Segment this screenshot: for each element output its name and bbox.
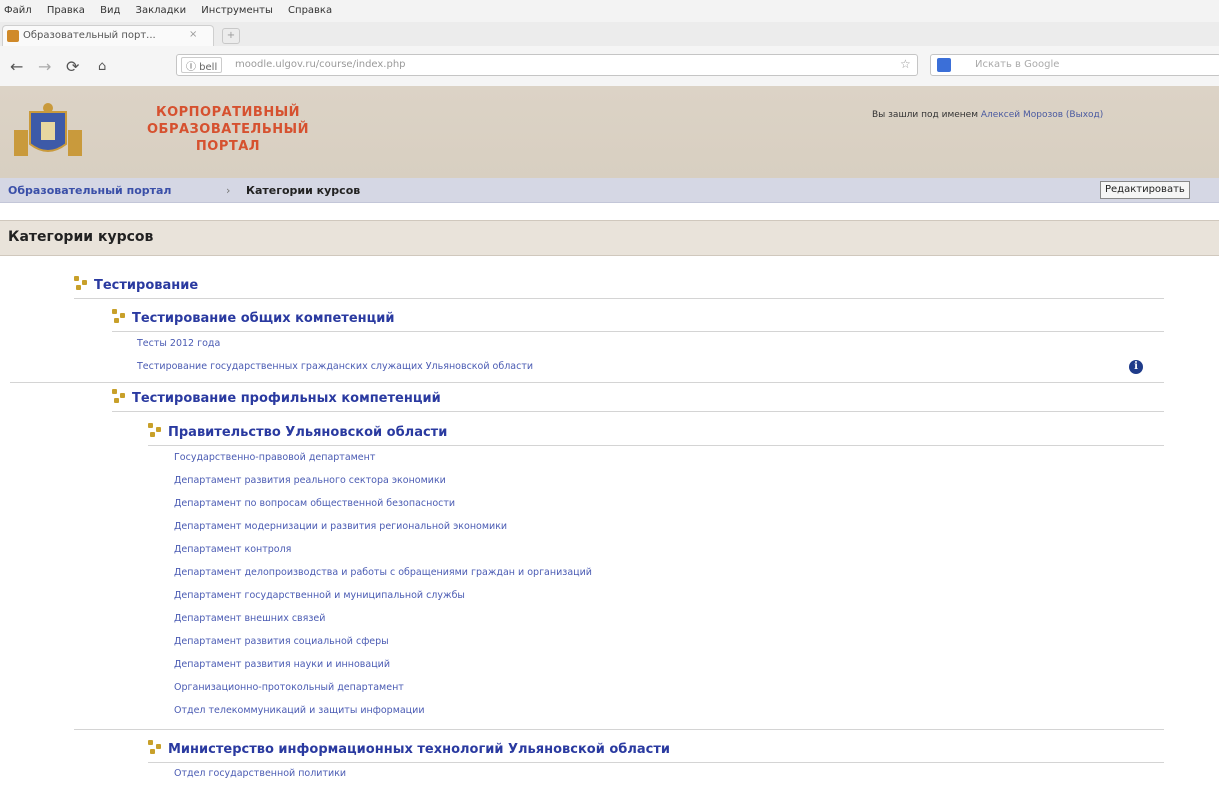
breadcrumb-home-link[interactable]: Образовательный портал [8, 184, 171, 197]
divider [10, 382, 1164, 383]
search-input[interactable]: Искать в Google [975, 59, 1059, 70]
login-info: Вы зашли под именем Алексей Морозов (Вых… [872, 110, 1103, 120]
menu-view[interactable]: Вид [100, 5, 120, 16]
divider [74, 729, 1164, 730]
site-header: КОРПОРАТИВНЫЙ ОБРАЗОВАТЕЛЬНЫЙ ПОРТАЛ Вы … [0, 86, 1219, 178]
course-link[interactable]: Государственно-правовой департамент [174, 452, 375, 463]
breadcrumb: Образовательный портал › Категории курсо… [0, 178, 1219, 203]
category-government[interactable]: Правительство Ульяновской области [148, 423, 447, 440]
category-icon [112, 309, 126, 323]
reload-icon[interactable]: ⟳ [66, 57, 79, 76]
course-link[interactable]: Департамент внешних связей [174, 613, 325, 624]
tab-title: Образовательный порт... [23, 30, 156, 41]
browser-menu-bar: Файл Правка Вид Закладки Инструменты Спр… [0, 0, 1219, 22]
divider [148, 762, 1164, 763]
divider [112, 411, 1164, 412]
search-engine-icon[interactable] [937, 58, 951, 72]
page-heading-bar: Категории курсов [0, 220, 1219, 256]
back-arrow-icon[interactable]: ← [10, 57, 23, 76]
course-link[interactable]: Департамент контроля [174, 544, 291, 555]
course-link[interactable]: Департамент развития реального сектора э… [174, 475, 446, 486]
tab-close-icon[interactable]: × [189, 29, 197, 40]
course-link[interactable]: Отдел телекоммуникаций и защиты информац… [174, 705, 425, 716]
menu-file[interactable]: Файл [4, 5, 32, 16]
breadcrumb-current: Категории курсов [246, 184, 361, 197]
divider [74, 298, 1164, 299]
category-general-label[interactable]: Тестирование общих компетенций [132, 311, 394, 326]
category-icon [148, 423, 162, 437]
url-bar[interactable]: Ⓘ bell moodle.ulgov.ru/course/index.php [176, 54, 918, 76]
category-government-label[interactable]: Правительство Ульяновской области [168, 425, 447, 440]
breadcrumb-separator: › [226, 184, 231, 197]
favicon-icon [7, 30, 19, 42]
category-general-competencies[interactable]: Тестирование общих компетенций [112, 309, 394, 326]
page-title: Категории курсов [8, 229, 154, 245]
site-identity[interactable]: Ⓘ bell [181, 57, 223, 73]
category-icon [148, 740, 162, 754]
course-link[interactable]: Отдел государственной политики [174, 768, 346, 779]
portal-brand[interactable]: КОРПОРАТИВНЫЙ ОБРАЗОВАТЕЛЬНЫЙ ПОРТАЛ [118, 104, 338, 155]
divider [112, 331, 1164, 332]
course-link[interactable]: Департамент развития социальной сферы [174, 636, 389, 647]
browser-tab-strip: Образовательный порт... × [0, 22, 1219, 47]
menu-tools[interactable]: Инструменты [201, 5, 273, 16]
category-ministry[interactable]: Министерство информационных технологий У… [148, 740, 670, 757]
brand-line-3: ПОРТАЛ [195, 139, 261, 154]
browser-tab[interactable]: Образовательный порт... × [2, 25, 214, 47]
category-ministry-label[interactable]: Министерство информационных технологий У… [168, 742, 670, 757]
menu-bookmarks[interactable]: Закладки [136, 5, 187, 16]
forward-arrow-icon[interactable]: → [38, 57, 51, 76]
category-profile-competencies[interactable]: Тестирование профильных компетенций [112, 389, 441, 406]
course-link[interactable]: Департамент государственной и муниципаль… [174, 590, 465, 601]
browser-nav-bar: ← → ⟳ ⌂ Ⓘ bell moodle.ulgov.ru/course/in… [0, 46, 1219, 87]
category-testing-label[interactable]: Тестирование [94, 278, 198, 293]
search-box[interactable]: Искать в Google [930, 54, 1219, 76]
new-tab-button[interactable]: + [222, 28, 240, 44]
course-link[interactable]: Тесты 2012 года [137, 338, 220, 349]
brand-line-1: КОРПОРАТИВНЫЙ [155, 105, 301, 120]
course-link[interactable]: Организационно-протокольный департамент [174, 682, 404, 693]
menu-edit[interactable]: Правка [47, 5, 85, 16]
category-testing[interactable]: Тестирование [74, 276, 198, 293]
edit-button[interactable]: Редактировать [1100, 181, 1190, 199]
home-icon[interactable]: ⌂ [98, 59, 106, 74]
login-prefix: Вы зашли под именем [872, 110, 979, 120]
course-link[interactable]: Департамент модернизации и развития реги… [174, 521, 507, 532]
course-link[interactable]: Департамент развития науки и инноваций [174, 659, 390, 670]
bookmark-star-icon[interactable]: ☆ [900, 57, 911, 71]
category-icon [112, 389, 126, 403]
menu-help[interactable]: Справка [288, 5, 332, 16]
brand-line-2: ОБРАЗОВАТЕЛЬНЫЙ [147, 122, 309, 137]
category-icon [74, 276, 88, 290]
divider [148, 445, 1164, 446]
coat-of-arms-logo-icon[interactable] [8, 100, 88, 160]
course-link[interactable]: Тестирование государственных гражданских… [137, 361, 533, 372]
course-link[interactable]: Департамент делопроизводства и работы с … [174, 567, 592, 578]
category-profile-label[interactable]: Тестирование профильных компетенций [132, 391, 441, 406]
info-icon[interactable]: i [1129, 360, 1143, 374]
course-link[interactable]: Департамент по вопросам общественной без… [174, 498, 455, 509]
login-user-link[interactable]: Алексей Морозов (Выход) [981, 110, 1103, 120]
url-text[interactable]: moodle.ulgov.ru/course/index.php [235, 59, 406, 70]
